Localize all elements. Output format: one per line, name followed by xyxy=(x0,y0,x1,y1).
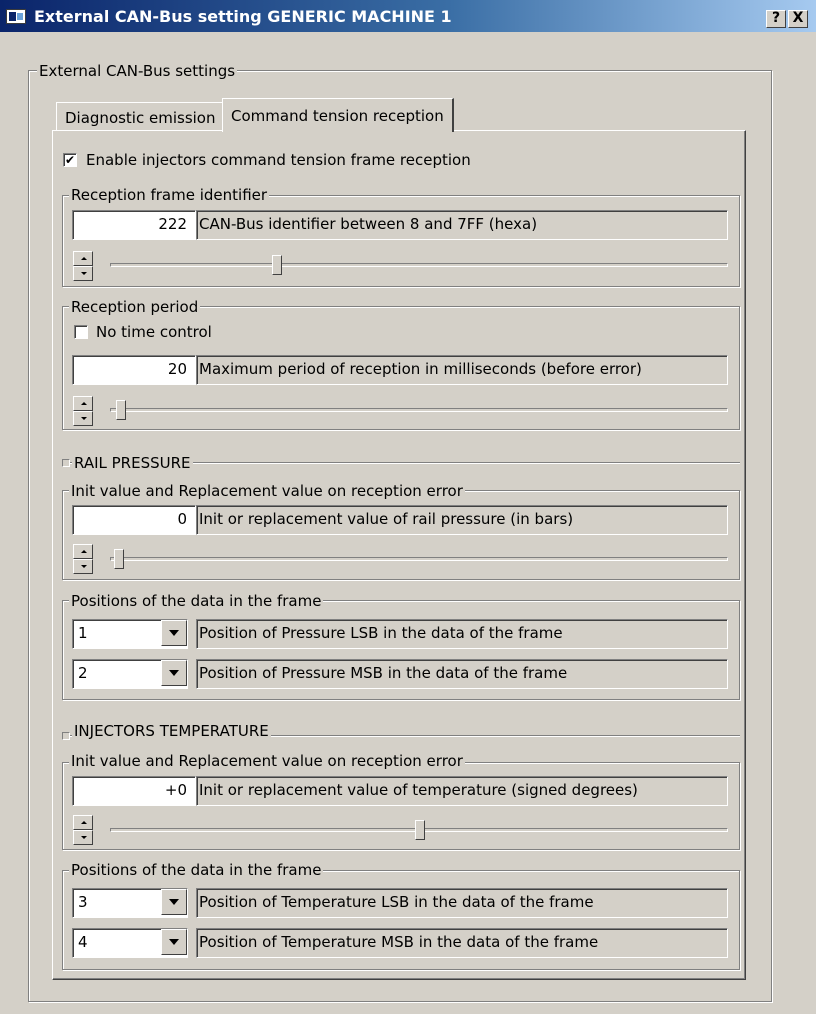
injectors-temperature-slider-thumb[interactable] xyxy=(415,820,425,840)
reception-frame-identifier-spinner[interactable] xyxy=(73,251,93,281)
injectors-temperature-init-input[interactable]: +0 xyxy=(72,776,196,806)
pressure-lsb-position-description: Position of Pressure LSB in the data of … xyxy=(196,619,728,649)
rail-pressure-init-input[interactable]: 0 xyxy=(72,505,196,535)
reception-frame-identifier-description: CAN-Bus identifier between 8 and 7FF (he… xyxy=(196,210,728,240)
reception-frame-identifier-label: Reception frame identifier xyxy=(69,186,270,204)
close-button[interactable]: X xyxy=(788,10,808,28)
help-button[interactable]: ? xyxy=(766,10,786,28)
no-time-control-label: No time control xyxy=(96,323,212,341)
injectors-temperature-section-box xyxy=(62,732,70,740)
spin-up-arrow-icon[interactable] xyxy=(73,544,93,559)
chevron-down-icon[interactable] xyxy=(161,929,187,955)
reception-period-slider-track[interactable] xyxy=(110,408,728,412)
rail-pressure-label: RAIL PRESSURE xyxy=(72,454,193,472)
reception-period-description: Maximum period of reception in milliseco… xyxy=(196,355,728,385)
tab-diagnostic-emission[interactable]: Diagnostic emission xyxy=(56,102,225,130)
no-time-control-checkbox[interactable] xyxy=(74,325,88,339)
injectors-temperature-label: INJECTORS TEMPERATURE xyxy=(72,722,271,740)
tab-command-tension-reception[interactable]: Command tension reception xyxy=(222,98,454,132)
spin-up-arrow-icon[interactable] xyxy=(73,251,93,266)
window-icon xyxy=(6,9,26,24)
reception-frame-identifier-slider-thumb[interactable] xyxy=(272,255,282,275)
rail-pressure-init-group xyxy=(62,490,740,580)
spin-down-arrow-icon[interactable] xyxy=(73,266,93,281)
rail-pressure-spinner[interactable] xyxy=(73,544,93,574)
spin-down-arrow-icon[interactable] xyxy=(73,559,93,574)
reception-frame-identifier-group xyxy=(62,195,740,287)
rail-pressure-section-box xyxy=(62,459,70,467)
reception-frame-identifier-input[interactable]: 222 xyxy=(72,210,196,240)
rail-pressure-slider-track[interactable] xyxy=(110,557,728,561)
reception-period-spinner[interactable] xyxy=(73,396,93,426)
rail-pressure-init-description: Init or replacement value of rail pressu… xyxy=(196,505,728,535)
chevron-down-icon[interactable] xyxy=(161,620,187,646)
title-bar[interactable]: External CAN-Bus setting GENERIC MACHINE… xyxy=(0,0,816,32)
spin-down-arrow-icon[interactable] xyxy=(73,411,93,426)
temperature-lsb-position-description: Position of Temperature LSB in the data … xyxy=(196,888,728,918)
spin-up-arrow-icon[interactable] xyxy=(73,815,93,830)
rail-pressure-init-label: Init value and Replacement value on rece… xyxy=(69,482,465,500)
rail-pressure-positions-label: Positions of the data in the frame xyxy=(69,592,324,610)
enable-reception-label: Enable injectors command tension frame r… xyxy=(86,151,471,169)
window-title: External CAN-Bus setting GENERIC MACHINE… xyxy=(34,7,452,26)
reception-period-input[interactable]: 20 xyxy=(72,355,196,385)
reception-period-slider-thumb[interactable] xyxy=(116,400,126,420)
pressure-msb-position-description: Position of Pressure MSB in the data of … xyxy=(196,659,728,689)
chevron-down-icon[interactable] xyxy=(161,660,187,686)
reception-period-label: Reception period xyxy=(69,298,201,316)
injectors-temperature-spinner[interactable] xyxy=(73,815,93,845)
external-can-bus-settings-label: External CAN-Bus settings xyxy=(37,62,238,80)
injectors-temperature-positions-label: Positions of the data in the frame xyxy=(69,861,324,879)
enable-reception-checkbox[interactable]: ✔ xyxy=(63,153,77,167)
chevron-down-icon[interactable] xyxy=(161,889,187,915)
injectors-temperature-init-label: Init value and Replacement value on rece… xyxy=(69,752,465,770)
reception-frame-identifier-slider-track[interactable] xyxy=(110,263,728,267)
temperature-msb-position-description: Position of Temperature MSB in the data … xyxy=(196,928,728,958)
spin-down-arrow-icon[interactable] xyxy=(73,830,93,845)
spin-up-arrow-icon[interactable] xyxy=(73,396,93,411)
rail-pressure-slider-thumb[interactable] xyxy=(114,549,124,569)
injectors-temperature-init-description: Init or replacement value of temperature… xyxy=(196,776,728,806)
